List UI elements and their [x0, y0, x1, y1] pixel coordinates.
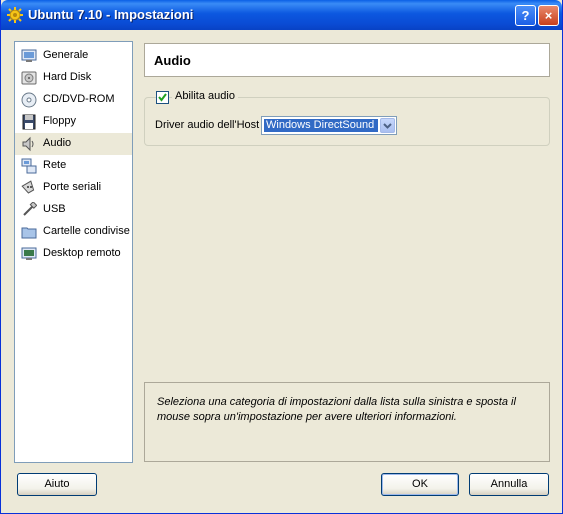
info-text: Seleziona una categoria di impostazioni … [157, 396, 516, 423]
sidebar-item-label: Desktop remoto [43, 247, 121, 259]
host-driver-label: Driver audio dell'Host [155, 119, 260, 131]
floppy-icon [22, 114, 36, 130]
enable-audio-checkbox[interactable] [156, 91, 169, 104]
page-title: Audio [154, 53, 191, 68]
sidebar-item-label: Floppy [43, 115, 77, 127]
usb-icon [23, 202, 37, 216]
category-list[interactable]: Generale Hard Disk CD/DVD-ROM Floppy Aud… [14, 41, 133, 463]
section-header: Audio [144, 43, 550, 77]
sidebar-item-label: Cartelle condivise [43, 225, 130, 237]
sidebar-item-generale[interactable]: Generale [15, 45, 132, 67]
hard-disk-icon [21, 71, 37, 85]
sidebar-item-label: Hard Disk [43, 71, 92, 83]
folder-icon [21, 227, 37, 239]
sidebar-item-label: Generale [43, 49, 89, 61]
checkmark-icon [158, 93, 167, 102]
enable-audio-label[interactable]: Abilita audio [172, 90, 238, 102]
title-bar[interactable]: Ubuntu 7.10 - Impostazioni ? × [1, 0, 562, 30]
sidebar-item-rete[interactable]: Rete [15, 155, 132, 177]
close-button[interactable]: × [538, 5, 559, 26]
gear-icon [7, 7, 23, 23]
host-driver-select[interactable]: Windows DirectSound [261, 116, 397, 135]
sidebar-item-label: Audio [43, 137, 72, 149]
remote-desktop-icon [21, 247, 37, 260]
settings-dialog: Ubuntu 7.10 - Impostazioni ? × Generale … [0, 0, 563, 514]
speaker-icon [22, 136, 34, 152]
ok-button[interactable]: OK [381, 473, 459, 496]
sidebar-item-label: Rete [43, 159, 67, 171]
sidebar-item-desktop-remoto[interactable]: Desktop remoto [15, 243, 132, 265]
help-button[interactable]: Aiuto [17, 473, 97, 496]
chevron-down-icon[interactable] [380, 118, 395, 133]
sidebar-item-label: Porte seriali [43, 181, 102, 193]
network-icon [21, 158, 37, 174]
host-driver-value: Windows DirectSound [264, 119, 378, 132]
serial-port-icon [21, 180, 35, 194]
sidebar-item-hard-disk[interactable]: Hard Disk [15, 67, 132, 89]
cd-dvd-icon [21, 92, 37, 108]
sidebar-item-floppy[interactable]: Floppy [15, 111, 132, 133]
info-panel: Seleziona una categoria di impostazioni … [144, 382, 550, 462]
general-icon [21, 49, 37, 62]
window-title: Ubuntu 7.10 - Impostazioni [28, 7, 194, 22]
sidebar-item-porte-seriali[interactable]: Porte seriali [15, 177, 132, 199]
cancel-button[interactable]: Annulla [469, 473, 549, 496]
sidebar-item-usb[interactable]: USB [15, 199, 132, 221]
sidebar-item-cd-dvd[interactable]: CD/DVD-ROM [15, 89, 132, 111]
sidebar-item-audio[interactable]: Audio [15, 133, 132, 155]
help-title-button[interactable]: ? [515, 5, 536, 26]
sidebar-item-label: USB [43, 203, 66, 215]
sidebar-item-cartelle-condivise[interactable]: Cartelle condivise [15, 221, 132, 243]
sidebar-item-label: CD/DVD-ROM [43, 93, 115, 105]
